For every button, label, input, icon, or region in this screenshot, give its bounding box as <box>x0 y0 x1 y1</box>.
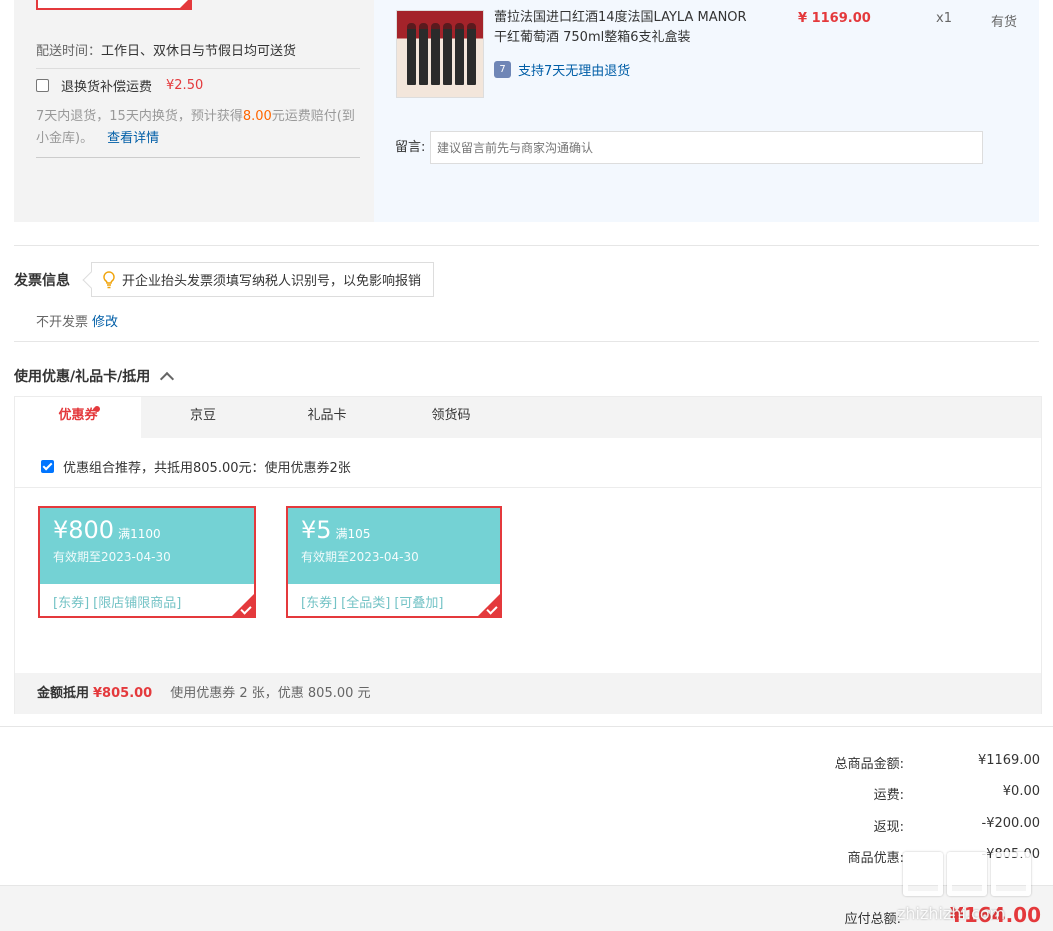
coupon-expiry: 有效期至2023-04-30 <box>53 550 171 564</box>
wine-bottles-icon <box>407 23 476 85</box>
combo-text: 优惠组合推荐，共抵用805.00元：使用优惠券2张 <box>63 461 351 476</box>
coupon-condition: 满1100 <box>118 527 161 541</box>
combo-checkbox[interactable] <box>41 460 54 473</box>
coupon-tabs: 优惠券 京豆 礼品卡 领货码 <box>15 397 1041 438</box>
coupon-tags: [东券] [全品类] [可叠加] <box>301 592 447 611</box>
divider <box>15 487 1041 488</box>
coupon-amount: ¥5 <box>301 516 332 544</box>
section-divider <box>14 341 1039 342</box>
total-label: 应付总额: <box>844 912 901 927</box>
coupon-footer: 金额抵用 ¥805.00 使用优惠券 2 张，优惠 805.00 元 <box>15 673 1041 714</box>
product-image[interactable] <box>396 10 484 98</box>
invoice-title: 发票信息 <box>14 273 70 289</box>
return-insurance-row[interactable]: 退换货补偿运费 ¥2.50 <box>36 76 203 95</box>
new-dot-icon <box>94 406 100 412</box>
tab-jingdou[interactable]: 京豆 <box>141 397 265 438</box>
tab-coupons[interactable]: 优惠券 <box>15 397 141 438</box>
summary-label: 返现: <box>873 820 904 835</box>
return-policy: 7 支持7天无理由退货 <box>494 60 630 79</box>
coupon-panel: 优惠券 京豆 礼品卡 领货码 优惠组合推荐，共抵用805.00元：使用优惠券2张… <box>14 396 1042 714</box>
summary-label: 总商品金额: <box>834 757 904 772</box>
view-details-link[interactable]: 查看详情 <box>107 131 159 146</box>
discount-desc: 使用优惠券 2 张，优惠 805.00 元 <box>170 686 371 701</box>
combo-recommend[interactable]: 优惠组合推荐，共抵用805.00元：使用优惠券2张 <box>41 457 351 476</box>
chevron-up-icon <box>160 371 175 387</box>
delivery-time: 配送时间：工作日、双休日与节假日均可送货 <box>36 40 296 59</box>
product-price: ¥ 1169.00 <box>798 11 871 26</box>
total-amount: ¥164.00 <box>949 903 1041 927</box>
message-label: 留言: <box>395 140 426 155</box>
coupon-tag: [全品类] <box>341 596 391 611</box>
return-insurance-checkbox[interactable] <box>36 79 49 92</box>
invoice-edit-link[interactable]: 修改 <box>92 315 118 330</box>
discount-label: 金额抵用 <box>37 686 90 701</box>
return-insurance-desc: 7天内退货，15天内换货，预计获得8.00元运费赔付(到小金库)。 查看详情 <box>36 106 366 150</box>
goods-panel: 蕾拉法国进口红酒14度法国LAYLA MANOR干红葡萄酒 750ml整箱6支礼… <box>374 0 1039 222</box>
selected-corner-icon <box>178 0 192 10</box>
coupon-card[interactable]: ¥5 满105 有效期至2023-04-30 [东券] [全品类] [可叠加] <box>286 506 502 618</box>
coupon-expiry: 有效期至2023-04-30 <box>301 550 419 564</box>
tab-redeem-code[interactable]: 领货码 <box>389 397 513 438</box>
invoice-tip: 开企业抬头发票须填写纳税人识别号，以免影响报销 <box>82 262 435 297</box>
discount-amount: ¥805.00 <box>93 686 153 701</box>
coupon-section-title: 使用优惠/礼品卡/抵用 <box>14 369 151 385</box>
summary-value: ¥0.00 <box>1002 784 1040 799</box>
section-divider <box>0 726 1053 727</box>
divider <box>36 157 360 158</box>
summary-value: ¥1169.00 <box>977 753 1040 768</box>
invoice-tip-text: 开企业抬头发票须填写纳税人识别号，以免影响报销 <box>122 274 422 289</box>
delivery-time-label: 配送时间： <box>36 44 102 59</box>
lightbulb-icon <box>103 270 115 288</box>
product-quantity: x1 <box>936 11 952 26</box>
return-insurance-price: ¥2.50 <box>166 78 204 93</box>
coupon-tag: [东券] <box>53 596 90 611</box>
coupon-amount: ¥800 <box>53 516 115 544</box>
insurance-amount: 8.00 <box>242 109 272 124</box>
coupon-tag: [限店铺限商品] <box>93 596 182 611</box>
return-insurance-label: 退换货补偿运费 <box>61 80 153 95</box>
coupon-card[interactable]: ¥800 满1100 有效期至2023-04-30 [东券] [限店铺限商品] <box>38 506 256 618</box>
coupon-section-toggle[interactable]: 使用优惠/礼品卡/抵用 <box>14 366 175 387</box>
seven-day-return-icon: 7 <box>494 61 511 78</box>
coupon-tag: [可叠加] <box>394 596 444 611</box>
product-stock: 有货 <box>991 15 1018 30</box>
return-policy-text: 支持7天无理由退货 <box>518 64 631 79</box>
delivery-time-value: 工作日、双休日与节假日均可送货 <box>101 44 297 59</box>
total-bar: 应付总额: ¥164.00 <box>0 885 1053 931</box>
invoice-type: 不开发票 <box>36 315 89 330</box>
selected-shipping-option[interactable] <box>36 0 192 10</box>
tab-label: 优惠券 <box>58 408 98 423</box>
section-divider <box>14 245 1039 246</box>
summary-value: -¥805.00 <box>981 847 1040 862</box>
coupon-tags: [东券] [限店铺限商品] <box>53 592 185 611</box>
summary-value: -¥200.00 <box>981 816 1040 831</box>
message-input[interactable] <box>430 131 983 164</box>
summary-label: 商品优惠: <box>847 851 904 866</box>
coupon-tag: [东券] <box>301 596 338 611</box>
shipping-panel: 配送时间：工作日、双休日与节假日均可送货 退换货补偿运费 ¥2.50 7天内退货… <box>14 0 374 222</box>
tab-gift-card[interactable]: 礼品卡 <box>265 397 389 438</box>
divider <box>36 68 360 69</box>
coupon-condition: 满105 <box>335 527 371 541</box>
insurance-desc-text: 7天内退货，15天内换货，预计获得 <box>36 109 243 124</box>
product-title[interactable]: 蕾拉法国进口红酒14度法国LAYLA MANOR干红葡萄酒 750ml整箱6支礼… <box>494 8 754 48</box>
invoice-value: 不开发票 修改 <box>36 311 118 330</box>
summary-label: 运费: <box>873 788 904 803</box>
